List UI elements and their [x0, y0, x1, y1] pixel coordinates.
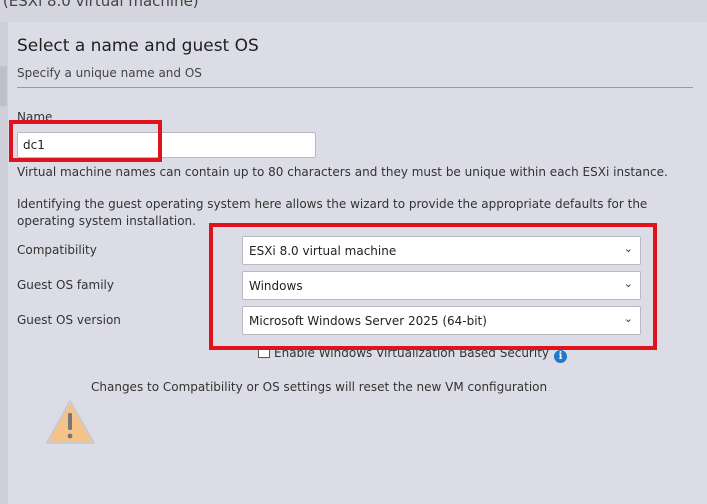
window-title-bar: l (ESXi 8.0 virtual machine): [0, 0, 707, 12]
page-title: Select a name and guest OS: [17, 36, 259, 56]
name-help-text: Virtual machine names can contain up to …: [17, 165, 668, 179]
compatibility-label: Compatibility: [17, 243, 97, 257]
divider: [17, 87, 693, 88]
highlight-box-name: [9, 120, 162, 162]
warning-message: Changes to Compatibility or OS settings …: [91, 380, 548, 394]
guest-os-family-label: Guest OS family: [17, 278, 114, 292]
window-title: l (ESXi 8.0 virtual machine): [0, 0, 199, 10]
page-subtitle: Specify a unique name and OS: [17, 66, 202, 80]
info-icon[interactable]: i: [554, 350, 567, 363]
warning-triangle-icon: [46, 400, 95, 444]
highlight-box-os-settings: [209, 223, 657, 350]
guest-os-version-label: Guest OS version: [17, 313, 121, 327]
active-step-marker: [0, 66, 7, 106]
wizard-steps-strip: [0, 22, 8, 504]
